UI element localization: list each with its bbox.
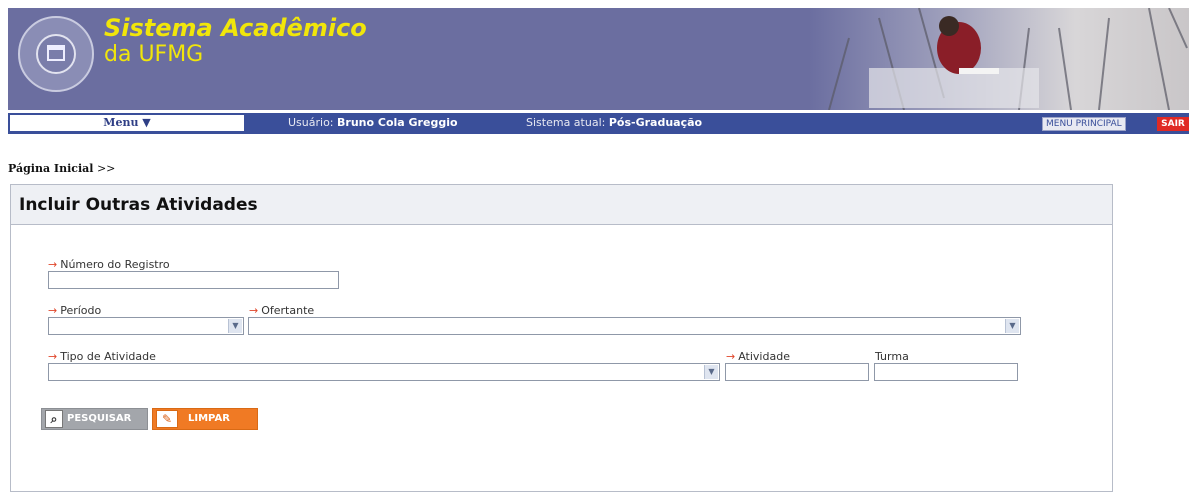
logout-button[interactable]: SAIR <box>1157 117 1189 131</box>
turma-label: Turma <box>875 350 909 363</box>
required-arrow-icon: → <box>726 350 736 363</box>
menu-principal-link[interactable]: MENU PRINCIPAL <box>1042 117 1126 131</box>
tipo-atividade-label: → Tipo de Atividade <box>48 350 156 363</box>
system-name: Pós-Graduação <box>608 116 703 129</box>
atividade-label: → Atividade <box>726 350 790 363</box>
user-name: Bruno Cola Greggio <box>337 116 458 129</box>
user-info: Usuário: Bruno Cola Greggio <box>288 116 458 129</box>
header-banner: Sistema Acadêmico da UFMG <box>8 8 1189 110</box>
top-nav-bar: Menu ▼ Usuário: Bruno Cola Greggio Siste… <box>8 113 1189 134</box>
chevron-down-icon[interactable]: ▼ <box>228 319 242 333</box>
limpar-label: LIMPAR <box>188 413 230 424</box>
magnifier-icon: ⌕ <box>45 410 63 428</box>
numero-registro-input[interactable] <box>48 271 339 289</box>
ofertante-select[interactable]: ▼ <box>248 317 1021 335</box>
required-arrow-icon: → <box>48 258 58 271</box>
chevron-down-icon[interactable]: ▼ <box>704 365 718 379</box>
ofertante-label: → Ofertante <box>249 304 315 317</box>
required-arrow-icon: → <box>249 304 259 317</box>
system-label: Sistema atual: <box>526 116 606 129</box>
pesquisar-button[interactable]: ⌕ PESQUISAR <box>41 408 148 430</box>
page-title: Incluir Outras Atividades <box>11 185 1112 225</box>
required-arrow-icon: → <box>48 304 58 317</box>
breadcrumb: Página Inicial >> <box>8 162 115 175</box>
eraser-icon: ✎ <box>156 410 178 428</box>
periodo-select[interactable]: ▼ <box>48 317 244 335</box>
app-title: Sistema Acadêmico <box>104 14 367 42</box>
tipo-atividade-select[interactable]: ▼ <box>48 363 720 381</box>
menu-dropdown-button[interactable]: Menu ▼ <box>10 115 244 131</box>
system-info: Sistema atual: Pós-Graduação <box>526 116 702 129</box>
required-arrow-icon: → <box>48 350 58 363</box>
pesquisar-label: PESQUISAR <box>67 413 132 424</box>
form-panel: Incluir Outras Atividades <box>10 184 1113 492</box>
periodo-label: → Período <box>48 304 102 317</box>
breadcrumb-separator: >> <box>96 162 116 175</box>
numero-registro-label: → Número do Registro <box>48 258 170 271</box>
turma-input[interactable] <box>874 363 1018 381</box>
ufmg-seal-logo <box>18 16 94 92</box>
user-label: Usuário: <box>288 116 334 129</box>
limpar-button[interactable]: ✎ LIMPAR <box>152 408 258 430</box>
breadcrumb-home-link[interactable]: Página Inicial <box>8 162 93 175</box>
classroom-photo <box>809 8 1189 110</box>
app-subtitle: da UFMG <box>104 42 204 67</box>
chevron-down-icon[interactable]: ▼ <box>1005 319 1019 333</box>
atividade-input[interactable] <box>725 363 869 381</box>
